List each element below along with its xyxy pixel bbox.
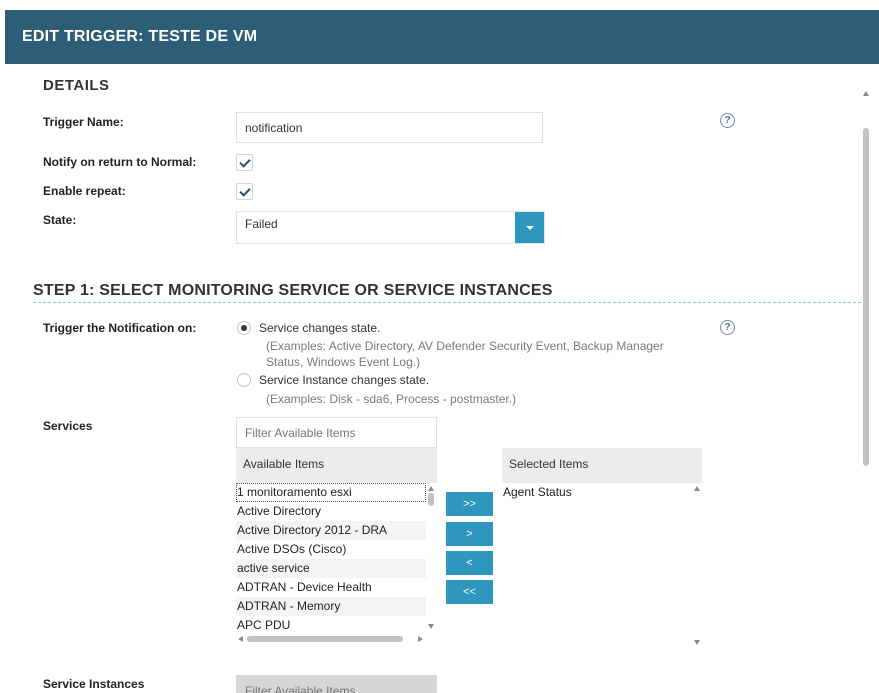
service-instances-filter-input[interactable] [236, 675, 437, 693]
list-item[interactable]: Active DSOs (Cisco) [236, 540, 426, 559]
dialog-header: EDIT TRIGGER: TESTE DE VM [5, 10, 879, 64]
available-list-vscrollbar[interactable] [426, 483, 437, 633]
scroll-up-icon[interactable] [694, 486, 700, 491]
services-filter-input[interactable] [236, 417, 437, 448]
notify-normal-label: Notify on return to Normal: [43, 155, 197, 169]
help-icon[interactable]: ? [720, 320, 735, 335]
scroll-up-icon[interactable] [863, 91, 869, 96]
state-value: Failed [245, 217, 278, 231]
state-dropdown-button[interactable] [515, 212, 544, 243]
state-select[interactable]: Failed [236, 211, 545, 244]
list-item[interactable]: ADTRAN - Device Health [236, 578, 426, 597]
state-label: State: [43, 213, 77, 227]
remove-all-button[interactable]: << [446, 580, 493, 604]
trigger-name-input[interactable] [236, 112, 543, 143]
dialog-content: DETAILS Trigger Name: ? Notify on return… [0, 64, 879, 693]
details-heading: DETAILS [43, 77, 110, 94]
scroll-left-icon[interactable] [238, 636, 243, 642]
service-examples-line2: Status, Windows Event Log.) [266, 355, 421, 369]
list-item[interactable]: ADTRAN - Memory [236, 597, 426, 616]
notify-normal-checkbox[interactable] [236, 154, 253, 171]
service-instances-label: Service Instances [43, 677, 145, 691]
list-item[interactable]: Agent Status [502, 483, 687, 502]
service-instance-radio[interactable] [237, 373, 251, 387]
step1-divider [33, 302, 861, 303]
instance-examples: (Examples: Disk - sda6, Process - postma… [266, 392, 517, 406]
list-item[interactable]: Active Directory [236, 502, 426, 521]
step1-heading: STEP 1: SELECT MONITORING SERVICE OR SER… [33, 282, 553, 299]
add-all-button[interactable]: >> [446, 492, 493, 516]
scroll-down-icon[interactable] [428, 624, 434, 629]
remove-button[interactable]: < [446, 551, 493, 575]
help-icon[interactable]: ? [720, 113, 735, 128]
add-button[interactable]: > [446, 522, 493, 546]
list-item[interactable]: 1 monitoramento esxi [236, 483, 426, 502]
services-label: Services [43, 419, 93, 433]
scroll-up-icon[interactable] [428, 486, 434, 491]
service-instance-label[interactable]: Service Instance changes state. [259, 373, 429, 387]
scrollbar-thumb[interactable] [247, 636, 403, 642]
enable-repeat-label: Enable repeat: [43, 184, 126, 198]
selected-items-header: Selected Items [502, 448, 702, 483]
page-vscrollbar[interactable] [860, 84, 872, 693]
available-items-list[interactable]: 1 monitoramento esxi Active Directory Ac… [236, 483, 437, 645]
chevron-down-icon [526, 226, 534, 230]
selected-items-list[interactable]: Agent Status [502, 483, 702, 645]
list-item[interactable]: Active Directory 2012 - DRA [236, 521, 426, 540]
trigger-name-label: Trigger Name: [43, 115, 124, 129]
service-examples-line1: (Examples: Active Directory, AV Defender… [266, 339, 664, 353]
trigger-on-label: Trigger the Notification on: [43, 321, 197, 335]
scroll-down-icon[interactable] [694, 640, 700, 645]
service-changes-radio[interactable] [237, 321, 251, 335]
dialog-title: EDIT TRIGGER: TESTE DE VM [22, 28, 258, 45]
available-items-header: Available Items [236, 448, 437, 483]
enable-repeat-checkbox[interactable] [236, 183, 253, 200]
scroll-right-icon[interactable] [418, 636, 423, 642]
page-scrollbar-thumb[interactable] [863, 128, 869, 466]
service-changes-label[interactable]: Service changes state. [259, 321, 380, 335]
list-item[interactable]: active service [236, 559, 426, 578]
available-list-hscrollbar[interactable] [236, 633, 426, 645]
scrollbar-thumb[interactable] [428, 493, 434, 506]
